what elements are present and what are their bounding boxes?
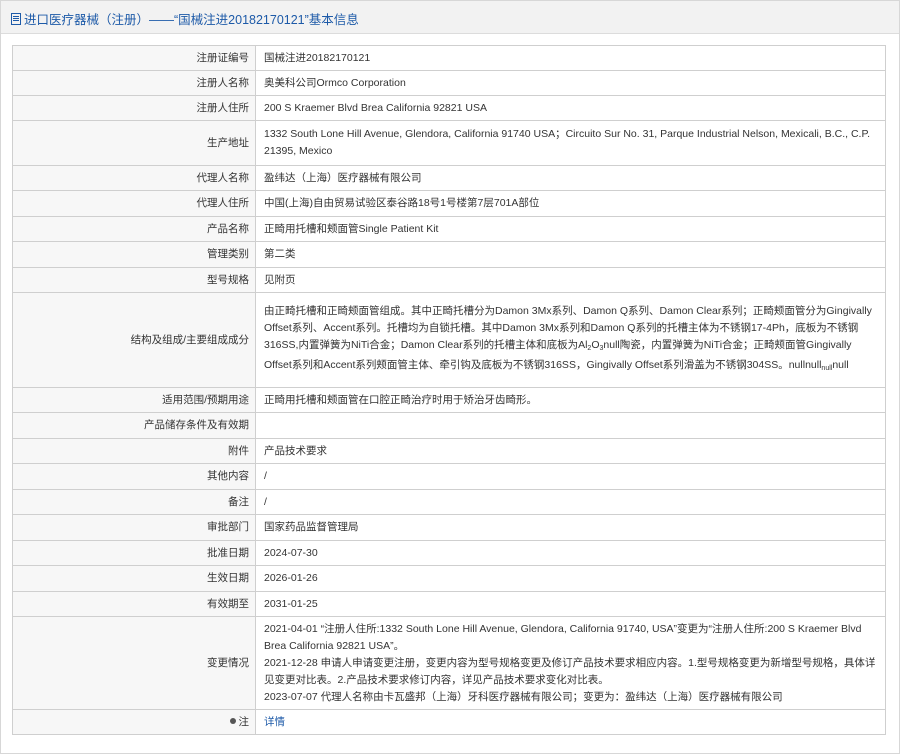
table-row: 有效期至 2031-01-25 bbox=[12, 591, 886, 617]
row-value: 200 S Kraemer Blvd Brea California 92821… bbox=[255, 95, 886, 121]
table-row: 附件 产品技术要求 bbox=[12, 438, 886, 464]
row-label: 注册证编号 bbox=[12, 45, 256, 71]
row-label: 注册人住所 bbox=[12, 95, 256, 121]
row-label: 注 bbox=[238, 715, 250, 728]
change-history: 2021-04-01 “注册人住所:1332 South Lone Hill A… bbox=[255, 616, 886, 710]
table-row: 产品名称 正畸用托槽和颊面管Single Patient Kit bbox=[12, 216, 886, 242]
row-value: 正畸用托槽和颊面管在口腔正畸治疗时用于矫治牙齿畸形。 bbox=[255, 387, 886, 413]
table-row: 变更情况 2021-04-01 “注册人住所:1332 South Lone H… bbox=[12, 616, 886, 710]
row-label: 适用范围/预期用途 bbox=[12, 387, 256, 413]
table-row: 适用范围/预期用途 正畸用托槽和颊面管在口腔正畸治疗时用于矫治牙齿畸形。 bbox=[12, 387, 886, 413]
table-row: 注 详情 bbox=[12, 709, 886, 735]
table-row: 代理人住所 中国(上海)自由贸易试验区泰谷路18号1号楼第7层701A部位 bbox=[12, 190, 886, 217]
table-row: 其他内容 / bbox=[12, 463, 886, 490]
row-value: / bbox=[255, 489, 886, 515]
row-value: 2024-07-30 bbox=[255, 540, 886, 566]
row-value: 第二类 bbox=[255, 241, 886, 268]
panel-title: 进口医疗器械（注册）——“国械注进20182170121”基本信息 bbox=[11, 9, 359, 28]
row-value: 国械注进20182170121 bbox=[255, 45, 886, 71]
document-icon bbox=[11, 13, 21, 25]
table-row: 生效日期 2026-01-26 bbox=[12, 565, 886, 592]
row-label: 产品名称 bbox=[12, 216, 256, 242]
table-row: 管理类别 第二类 bbox=[12, 241, 886, 268]
panel-title-text: 进口医疗器械（注册）——“国械注进20182170121”基本信息 bbox=[24, 13, 359, 27]
row-label: 有效期至 bbox=[12, 591, 256, 617]
table-row: 生产地址 1332 South Lone Hill Avenue, Glendor… bbox=[12, 120, 886, 166]
table-row: 型号规格 见附页 bbox=[12, 267, 886, 293]
row-value: 产品技术要求 bbox=[255, 438, 886, 464]
change-entry: 2021-12-28 申请人申请变更注册，变更内容为型号规格变更及修订产品技术要… bbox=[264, 656, 876, 686]
row-label: 结构及组成/主要组成成分 bbox=[12, 292, 256, 388]
row-value: 见附页 bbox=[255, 267, 886, 293]
row-label: 变更情况 bbox=[12, 616, 256, 710]
row-value: 详情 bbox=[255, 709, 886, 735]
row-value: 奥美科公司Ormco Corporation bbox=[255, 70, 886, 96]
row-label: 产品储存条件及有效期 bbox=[12, 412, 256, 439]
composition-text: null bbox=[832, 359, 849, 371]
row-label: 批准日期 bbox=[12, 540, 256, 566]
row-value: 正畸用托槽和颊面管Single Patient Kit bbox=[255, 216, 886, 242]
table-row: 产品储存条件及有效期 bbox=[12, 412, 886, 439]
row-label: 生效日期 bbox=[12, 565, 256, 592]
table-row: 注册证编号 国械注进20182170121 bbox=[12, 45, 886, 71]
note-label: 注 bbox=[12, 709, 256, 735]
row-value: 2026-01-26 bbox=[255, 565, 886, 592]
row-value: 国家药品监督管理局 bbox=[255, 514, 886, 541]
row-label: 注册人名称 bbox=[12, 70, 256, 96]
table-row: 注册人住所 200 S Kraemer Blvd Brea California … bbox=[12, 95, 886, 121]
row-value: / bbox=[255, 463, 886, 490]
pin-icon bbox=[229, 717, 236, 724]
details-link[interactable]: 详情 bbox=[264, 716, 285, 728]
row-label: 备注 bbox=[12, 489, 256, 515]
change-entry: 2021-04-01 “注册人住所:1332 South Lone Hill A… bbox=[264, 622, 862, 652]
panel-header: 进口医疗器械（注册）——“国械注进20182170121”基本信息 bbox=[1, 1, 899, 34]
row-value: 2031-01-25 bbox=[255, 591, 886, 617]
table-row: 结构及组成/主要组成成分 由正畸托槽和正畸颊面管组成。其中正畸托槽分为Damon… bbox=[12, 292, 886, 388]
table-row: 审批部门 国家药品监督管理局 bbox=[12, 514, 886, 541]
change-entry: 2023-07-07 代理人名称由卡瓦盛邦（上海）牙科医疗器械有限公司；变更为：… bbox=[264, 690, 783, 703]
row-label: 管理类别 bbox=[12, 241, 256, 268]
row-label: 型号规格 bbox=[12, 267, 256, 293]
row-value bbox=[255, 412, 886, 439]
composition-text: O bbox=[591, 339, 600, 351]
subscript: null bbox=[821, 365, 833, 372]
table-row: 批准日期 2024-07-30 bbox=[12, 540, 886, 566]
row-label: 代理人住所 bbox=[12, 190, 256, 217]
table-row: 注册人名称 奥美科公司Ormco Corporation bbox=[12, 70, 886, 96]
row-label: 代理人名称 bbox=[12, 165, 256, 191]
composition-value: 由正畸托槽和正畸颊面管组成。其中正畸托槽分为Damon 3Mx系列、Damon … bbox=[255, 292, 886, 388]
row-label: 附件 bbox=[12, 438, 256, 464]
table-row: 代理人名称 盈纬达（上海）医疗器械有限公司 bbox=[12, 165, 886, 191]
table-row: 备注 / bbox=[12, 489, 886, 515]
row-label: 生产地址 bbox=[12, 120, 256, 166]
row-label: 审批部门 bbox=[12, 514, 256, 541]
info-panel: 进口医疗器械（注册）——“国械注进20182170121”基本信息 注册证编号国… bbox=[0, 0, 900, 754]
info-table: 注册证编号 国械注进20182170121 注册人名称 奥美科公司Ormco Cor… bbox=[12, 45, 886, 735]
row-label: 其他内容 bbox=[12, 463, 256, 490]
row-value: 盈纬达（上海）医疗器械有限公司 bbox=[255, 165, 886, 191]
row-value: 1332 South Lone Hill Avenue, Glendora, C… bbox=[255, 120, 886, 166]
row-value: 中国(上海)自由贸易试验区泰谷路18号1号楼第7层701A部位 bbox=[255, 190, 886, 217]
